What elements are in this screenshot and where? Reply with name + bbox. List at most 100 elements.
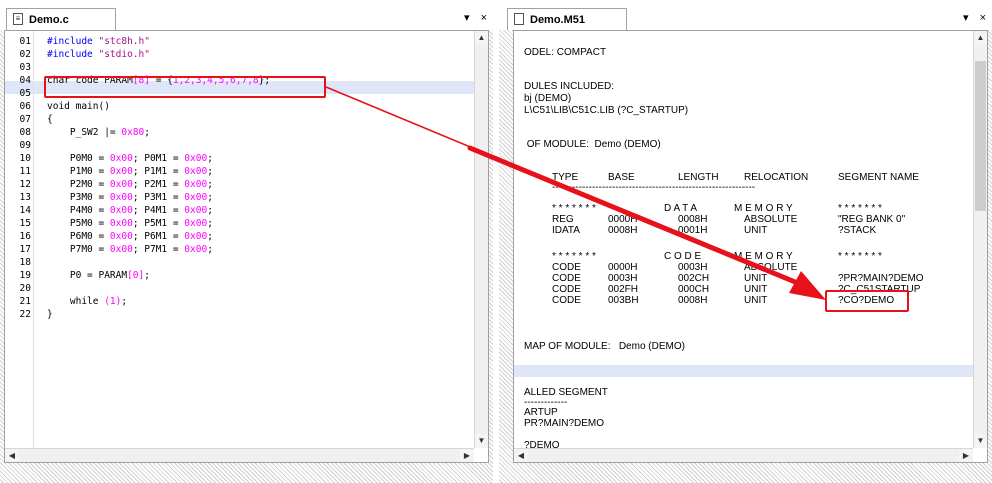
code-banner-stars: * * * * * * * — [838, 251, 882, 262]
segment-cell: ?STACK — [838, 225, 877, 236]
code-token: ; — [207, 179, 213, 190]
scroll-right-icon[interactable]: ▶ — [460, 449, 474, 462]
code-token: ; — [207, 205, 213, 216]
chevron-down-icon[interactable]: ▾ — [464, 11, 470, 24]
line-number: 22 — [19, 309, 31, 320]
code-token: 0x00 — [109, 205, 133, 216]
scroll-thumb[interactable] — [975, 61, 986, 211]
code-token: P1M0 = — [47, 166, 110, 177]
code-text: } — [47, 308, 53, 321]
code-line: 12 P2M0 = 0x00; P2M1 = 0x00; — [5, 178, 445, 191]
code-token: ; — [207, 244, 213, 255]
line-number: 03 — [19, 62, 31, 73]
line-number: 16 — [19, 231, 31, 242]
map-file-pane: Demo.M51 ▾ × ODEL: COMPACT DULES INCLUDE… — [499, 0, 992, 483]
code-text: P7M0 = 0x00; P7M1 = 0x00; — [47, 243, 213, 256]
line-number: 14 — [19, 205, 31, 216]
vertical-scrollbar[interactable]: ▲ ▼ — [973, 31, 987, 448]
scroll-right-icon[interactable]: ▶ — [959, 449, 973, 462]
code-token: P_SW2 |= — [47, 127, 122, 138]
code-token: ; — [207, 166, 213, 177]
line-number: 13 — [19, 192, 31, 203]
close-icon[interactable]: × — [980, 12, 986, 24]
code-token: ; — [207, 192, 213, 203]
close-icon[interactable]: × — [481, 12, 487, 24]
code-token: 0x00 — [109, 192, 133, 203]
code-token: P2M0 = — [47, 179, 110, 190]
code-text: P_SW2 |= 0x80; — [47, 126, 150, 139]
code-token: ; — [207, 231, 213, 242]
scroll-down-icon[interactable]: ▼ — [475, 434, 488, 448]
code-token: [0] — [127, 270, 145, 281]
segment-cell: 0001H — [678, 225, 708, 236]
scroll-up-icon[interactable]: ▲ — [475, 31, 488, 45]
line-number: 06 — [19, 101, 31, 112]
code-token: 0x00 — [109, 153, 133, 164]
code-token: 0x00 — [109, 166, 133, 177]
code-token: void main() — [47, 101, 110, 112]
code-line: 19 P0 = PARAM[0]; — [5, 269, 445, 282]
code-token: ; P1M1 = — [132, 166, 185, 177]
line-number: 12 — [19, 179, 31, 190]
code-token: } — [47, 309, 53, 320]
horizontal-scrollbar[interactable]: ◀ ▶ — [5, 448, 474, 462]
call-tree-title: MAP OF MODULE: Demo (DEMO) — [524, 341, 685, 352]
code-token: ; P5M1 = — [132, 218, 185, 229]
segment-cell: 0008H — [608, 225, 638, 236]
code-token: ; P7M1 = — [132, 244, 185, 255]
code-token: ; P6M1 = — [132, 231, 185, 242]
tab-label: Demo.c — [29, 14, 69, 26]
code-token: #include — [47, 49, 99, 60]
code-line: 10 P0M0 = 0x00; P0M1 = 0x00; — [5, 152, 445, 165]
chevron-down-icon[interactable]: ▾ — [963, 11, 969, 24]
code-token: 0x00 — [109, 244, 133, 255]
table-rule: ----------------------------------------… — [552, 182, 756, 193]
code-token: P4M0 = — [47, 205, 110, 216]
code-token: P5M0 = — [47, 218, 110, 229]
code-line: 16 P6M0 = 0x00; P6M1 = 0x00; — [5, 230, 445, 243]
scroll-left-icon[interactable]: ◀ — [5, 449, 19, 462]
code-token: "stdio.h" — [98, 49, 150, 60]
tab-demo-c[interactable]: ≡ Demo.c — [6, 8, 116, 30]
segment-cell: UNIT — [744, 295, 768, 306]
module-item: bj (DEMO) — [524, 93, 572, 104]
segment-cell: UNIT — [744, 225, 768, 236]
code-line: 15 P5M0 = 0x00; P5M1 = 0x00; — [5, 217, 445, 230]
segment-cell: 0008H — [678, 295, 708, 306]
code-token: 0x00 — [109, 179, 133, 190]
code-line: 13 P3M0 = 0x00; P3M1 = 0x00; — [5, 191, 445, 204]
code-token: #include — [47, 36, 99, 47]
code-token: 0x00 — [184, 153, 208, 164]
code-token: ; — [207, 218, 213, 229]
code-line: 01 #include "stc8h.h" — [5, 35, 445, 48]
code-token: P0 = PARAM — [47, 270, 128, 281]
code-line: 14 P4M0 = 0x00; P4M1 = 0x00; — [5, 204, 445, 217]
c-file-icon: ≡ — [13, 13, 23, 25]
code-line: 07 { — [5, 113, 445, 126]
code-line: 21 while (1); — [5, 295, 445, 308]
code-text: { — [47, 113, 53, 126]
code-line: 06 void main() — [5, 100, 445, 113]
scroll-up-icon[interactable]: ▲ — [974, 31, 987, 45]
segment-cell: 003BH — [608, 295, 639, 306]
code-text: P2M0 = 0x00; P2M1 = 0x00; — [47, 178, 213, 191]
modules-header: DULES INCLUDED: — [524, 81, 615, 92]
code-token: "stc8h.h" — [98, 36, 150, 47]
code-text: while (1); — [47, 295, 127, 308]
co-demo-highlight-box — [825, 290, 909, 312]
code-line: 08 P_SW2 |= 0x80; — [5, 126, 445, 139]
left-tab-bar: ≡ Demo.c ▾ × — [0, 0, 493, 30]
tab-demo-m51[interactable]: Demo.M51 — [507, 8, 627, 30]
code-text: #include "stc8h.h" — [47, 35, 150, 48]
vertical-scrollbar[interactable]: ▲ ▼ — [474, 31, 488, 448]
scroll-down-icon[interactable]: ▼ — [974, 434, 987, 448]
file-icon — [514, 13, 524, 25]
code-token: 0x00 — [184, 192, 208, 203]
horizontal-scrollbar[interactable]: ◀ ▶ — [514, 448, 973, 462]
map-file-viewer[interactable]: ODEL: COMPACT DULES INCLUDED: bj (DEMO) … — [513, 30, 988, 463]
code-token: ; — [144, 270, 150, 281]
scroll-left-icon[interactable]: ◀ — [514, 449, 528, 462]
line-number: 07 — [19, 114, 31, 125]
code-token: ; — [121, 296, 128, 307]
code-text: P3M0 = 0x00; P3M1 = 0x00; — [47, 191, 213, 204]
